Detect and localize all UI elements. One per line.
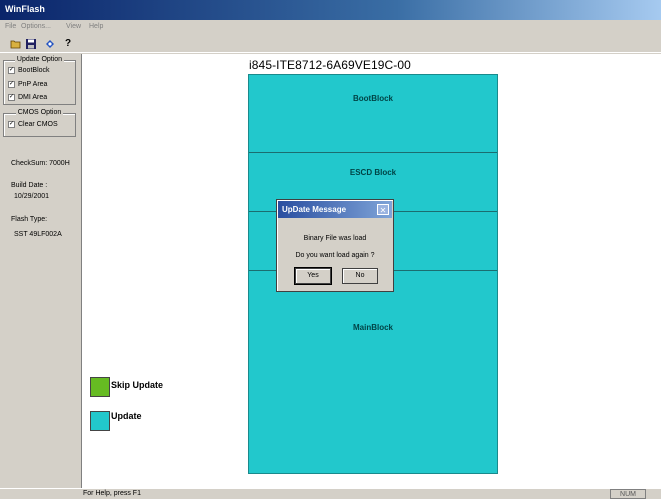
mainblock-label: MainBlock (352, 323, 393, 332)
checkbox-check-icon: ✓ (8, 121, 15, 128)
dialog-message-line1: Binary File was load (303, 235, 367, 242)
build-date-label: Build Date : (11, 182, 48, 189)
help-icon[interactable]: ? (62, 38, 74, 50)
cmos-option-group: CMOS Option ✓ Clear CMOS (3, 109, 76, 137)
bootblock-checkbox[interactable]: ✓ BootBlock (8, 67, 50, 74)
open-icon[interactable] (10, 38, 22, 50)
dialog-title-bar: UpDate Message ✕ (278, 201, 392, 218)
checkbox-check-icon: ✓ (8, 81, 15, 88)
update-label: Update (111, 411, 142, 421)
dialog-message-line2: Do you want load again ? (295, 252, 375, 259)
toolbar: ? (0, 36, 661, 53)
menu-file[interactable]: File (5, 23, 16, 30)
status-bar: For Help, press F1 NUM (0, 488, 661, 499)
save-icon[interactable] (25, 38, 37, 50)
chip-title: i845-ITE8712-6A69VE19C-00 (249, 58, 411, 72)
checksum-text: CheckSum: 7000H (11, 160, 70, 167)
escd-block-label: ESCD Block (349, 168, 397, 177)
menu-options[interactable]: Options... (21, 23, 51, 30)
dmi-area-checkbox[interactable]: ✓ DMI Area (8, 94, 47, 101)
flash-type-label: Flash Type: (11, 216, 48, 223)
cmos-option-title: CMOS Option (15, 109, 64, 116)
clear-cmos-label: Clear CMOS (18, 121, 58, 128)
update-option-title: Update Option (14, 56, 65, 63)
dmi-area-label: DMI Area (18, 94, 48, 101)
clear-cmos-checkbox[interactable]: ✓ Clear CMOS (8, 121, 58, 128)
yes-button[interactable]: Yes (294, 267, 332, 285)
block-divider (249, 152, 497, 153)
flash-write-icon[interactable] (44, 38, 56, 50)
dialog-title: UpDate Message (282, 205, 347, 214)
menu-bar: File Options... View Help (0, 21, 661, 35)
menu-view[interactable]: View (66, 23, 81, 30)
options-panel: Update Option ✓ BootBlock ✓ PnP Area ✓ D… (0, 54, 80, 488)
flash-type-value: SST 49LF002A (14, 231, 62, 238)
update-message-dialog: UpDate Message ✕ Binary File was load Do… (276, 199, 394, 292)
pnp-area-label: PnP Area (18, 81, 48, 88)
status-text: For Help, press F1 (83, 490, 141, 497)
window-title: WinFlash (5, 4, 45, 14)
build-date-value: 10/29/2001 (14, 193, 50, 200)
skip-update-label: Skip Update (111, 380, 164, 390)
menu-help[interactable]: Help (89, 23, 103, 30)
title-bar: WinFlash (0, 0, 661, 20)
num-lock-indicator: NUM (610, 489, 646, 499)
close-icon[interactable]: ✕ (377, 204, 389, 215)
bootblock-block-label: BootBlock (353, 94, 393, 103)
checkbox-check-icon: ✓ (8, 94, 15, 101)
checkbox-check-icon: ✓ (8, 67, 15, 74)
no-button[interactable]: No (342, 268, 378, 284)
skip-update-swatch (90, 377, 110, 397)
update-swatch (90, 411, 110, 431)
pnp-area-checkbox[interactable]: ✓ PnP Area (8, 81, 47, 88)
update-option-group: Update Option ✓ BootBlock ✓ PnP Area ✓ D… (3, 56, 76, 105)
bootblock-label: BootBlock (18, 67, 50, 74)
